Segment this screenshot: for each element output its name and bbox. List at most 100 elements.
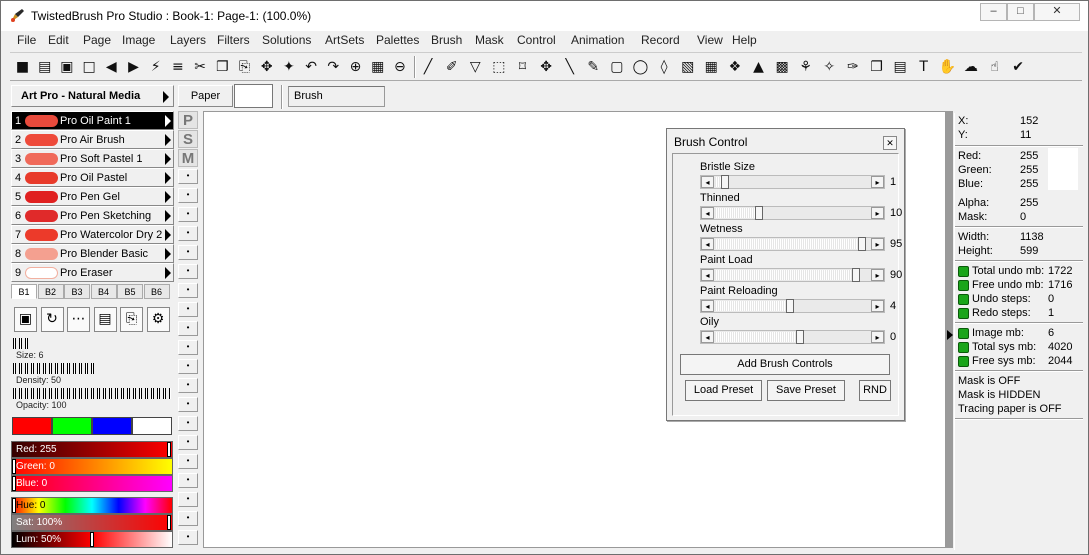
layers-icon[interactable]: ▤ [891, 57, 910, 77]
control-slider[interactable]: ◂ ▸ [700, 206, 885, 220]
slider-thumb[interactable] [858, 237, 866, 251]
slot-cell[interactable]: • [178, 302, 198, 317]
brush-item[interactable]: 2 Pro Air Brush [11, 130, 174, 149]
menu-view[interactable]: View [697, 33, 723, 47]
minimize-button[interactable]: – [980, 3, 1007, 21]
slot-cell[interactable]: • [178, 416, 198, 431]
page-add-icon[interactable]: ▣ [57, 57, 76, 77]
redo-icon[interactable]: ↷ [324, 57, 343, 77]
cut-icon[interactable]: ✂ [191, 57, 210, 77]
slider-right-arrow[interactable]: ▸ [871, 269, 884, 281]
copy-brush-icon[interactable]: ❐ [867, 57, 886, 77]
slider-left-arrow[interactable]: ◂ [701, 176, 714, 188]
slot-cell[interactable]: • [178, 264, 198, 279]
bank-tab-b6[interactable]: B6 [143, 284, 170, 299]
slider-thumb[interactable] [852, 268, 860, 282]
menu-edit[interactable]: Edit [48, 33, 69, 47]
brush-item[interactable]: 4 Pro Oil Pastel [11, 168, 174, 187]
menu-layers[interactable]: Layers [170, 33, 206, 47]
brush-icon[interactable]: ╱ [419, 57, 438, 77]
bank-tab-b5[interactable]: B5 [117, 284, 143, 299]
green-thumb[interactable] [12, 459, 16, 474]
slot-cell[interactable]: • [178, 283, 198, 298]
pattern-icon[interactable]: ▧ [678, 57, 697, 77]
brush-item[interactable]: 5 Pro Pen Gel [11, 187, 174, 206]
brush-item[interactable]: 3 Pro Soft Pastel 1 [11, 149, 174, 168]
zoom-out-icon[interactable]: ⊖ [390, 57, 409, 77]
bank-tab-b4[interactable]: B4 [90, 284, 117, 299]
bank-tab-b2[interactable]: B2 [37, 284, 64, 299]
control-slider[interactable]: ◂ ▸ [700, 330, 885, 344]
undo-icon[interactable]: ↶ [302, 57, 321, 77]
slider-left-arrow[interactable]: ◂ [701, 300, 714, 312]
slot-cell[interactable]: • [178, 359, 198, 374]
menu-image[interactable]: Image [122, 33, 155, 47]
bucket-icon[interactable]: ▽ [466, 57, 485, 77]
slider-left-arrow[interactable]: ◂ [701, 238, 714, 250]
slider-right-arrow[interactable]: ▸ [871, 207, 884, 219]
brush-arrow-icon[interactable] [165, 115, 171, 127]
sat-thumb[interactable] [167, 515, 171, 530]
slider-right-arrow[interactable]: ▸ [871, 300, 884, 312]
crop-icon[interactable]: ⌑ [513, 57, 532, 77]
slot-cell[interactable]: • [178, 530, 198, 545]
bank-tab-b1[interactable]: B1 [11, 284, 37, 299]
bank-tab-b3[interactable]: B3 [64, 284, 90, 299]
mountain-icon[interactable]: ▲ [749, 57, 768, 77]
lum-bar[interactable]: Lum: 50% [11, 531, 173, 548]
brush-arrow-icon[interactable] [165, 153, 171, 165]
menu-solutions[interactable]: Solutions [262, 33, 311, 47]
lum-thumb[interactable] [90, 532, 94, 547]
reload-tool-icon[interactable]: ↻ [40, 307, 64, 332]
slider-thumb[interactable] [721, 175, 729, 189]
menu-help[interactable]: Help [732, 33, 757, 47]
slider-right-arrow[interactable]: ▸ [871, 331, 884, 343]
slider-left-arrow[interactable]: ◂ [701, 269, 714, 281]
hand-icon[interactable]: ✋ [938, 57, 957, 77]
menu-control[interactable]: Control [517, 33, 556, 47]
brush-arrow-icon[interactable] [165, 267, 171, 279]
brush-arrow-icon[interactable] [165, 172, 171, 184]
psm-s[interactable]: S [178, 130, 198, 148]
hue-bar[interactable]: Hue: 0 [11, 497, 173, 514]
slot-cell[interactable]: • [178, 245, 198, 260]
psm-p[interactable]: P [178, 111, 198, 129]
dialog-close-button[interactable]: ✕ [883, 136, 897, 150]
wand-icon[interactable]: ✧ [820, 57, 839, 77]
dots-tool-icon[interactable]: ⋯ [67, 307, 90, 332]
marquee-icon[interactable]: ⬚ [489, 57, 508, 77]
brush-arrow-icon[interactable] [165, 248, 171, 260]
green-bar[interactable]: Green: 0 [11, 458, 173, 475]
checker-icon[interactable]: ▩ [773, 57, 792, 77]
menu-page[interactable]: Page [83, 33, 111, 47]
brush-item[interactable]: 1 Pro Oil Paint 1 [11, 111, 174, 130]
slider-left-arrow[interactable]: ◂ [701, 331, 714, 343]
brush-item[interactable]: 7 Pro Watercolor Dry 2 [11, 225, 174, 244]
blue-thumb[interactable] [12, 476, 16, 491]
eyedropper-icon[interactable]: ✐ [442, 57, 461, 77]
save-icon[interactable]: ■ [13, 57, 32, 77]
maximize-button[interactable]: □ [1007, 3, 1034, 21]
brush-item[interactable]: 9 Pro Eraser [11, 263, 174, 282]
page-next-icon[interactable]: ▶ [124, 57, 143, 77]
slot-cell[interactable]: • [178, 188, 198, 203]
stamp-icon[interactable]: ⚘ [796, 57, 815, 77]
page-icon[interactable]: □ [80, 57, 99, 77]
slot-cell[interactable]: • [178, 378, 198, 393]
tubes-icon[interactable]: ✔ [1009, 57, 1028, 77]
paper-color-swatch[interactable] [234, 84, 273, 108]
red-bar[interactable]: Red: 255 [11, 441, 173, 458]
color-white-swatch[interactable] [132, 417, 172, 435]
slider-right-arrow[interactable]: ▸ [871, 176, 884, 188]
menu-artsets[interactable]: ArtSets [325, 33, 364, 47]
opacity-slider[interactable]: Opacity: 100 [11, 388, 174, 410]
slot-cell[interactable]: • [178, 340, 198, 355]
slot-cell[interactable]: • [178, 169, 198, 184]
slot-cell[interactable]: • [178, 435, 198, 450]
close-button[interactable]: ✕ [1034, 3, 1080, 21]
size-slider[interactable]: Size: 6 [11, 338, 174, 360]
copy-page-icon[interactable]: ≡ [168, 57, 187, 77]
brush-arrow-icon[interactable] [165, 229, 171, 241]
brush-item[interactable]: 8 Pro Blender Basic [11, 244, 174, 263]
menu-file[interactable]: File [17, 33, 36, 47]
